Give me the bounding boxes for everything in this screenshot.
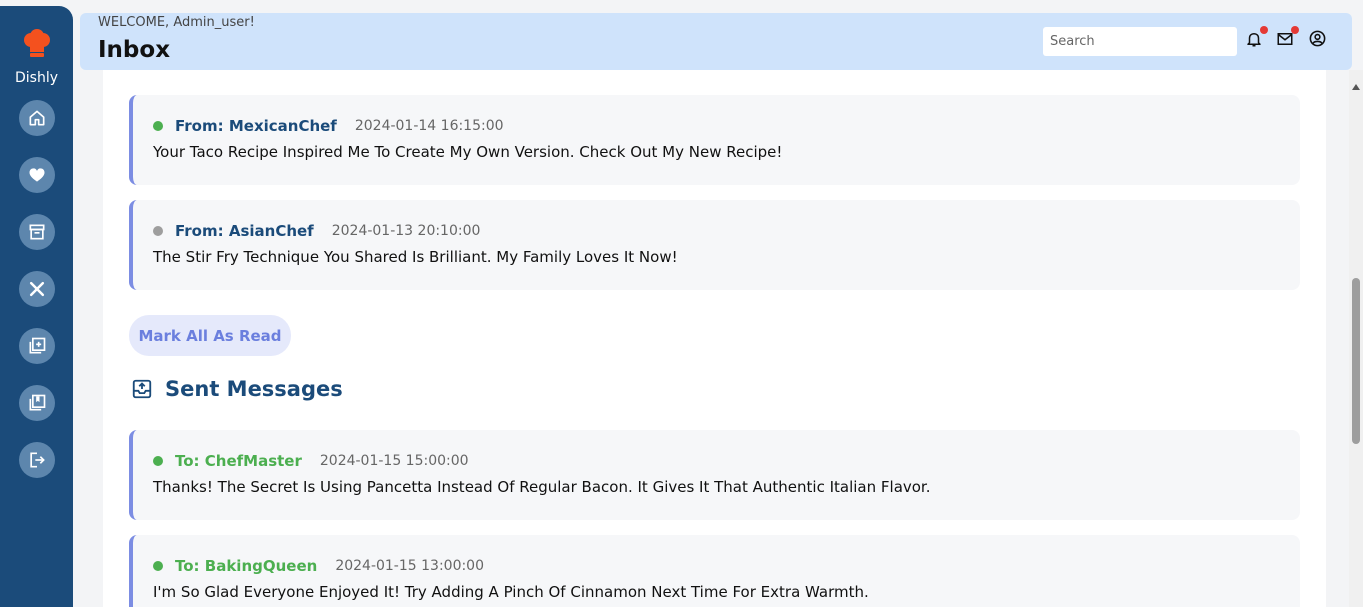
message-recipient: To: BakingQueen: [175, 557, 318, 575]
scroll-up-icon[interactable]: [1352, 84, 1360, 90]
message-timestamp: 2024-01-15 13:00:00: [335, 558, 485, 574]
sidebar-item-collections[interactable]: [18, 385, 55, 421]
page-title: Inbox: [98, 37, 171, 63]
outbox-icon: [132, 379, 152, 399]
status-dot: [153, 456, 163, 466]
utensils-icon: [29, 281, 44, 297]
top-header: WELCOME, Admin_user! Inbox: [80, 13, 1352, 70]
message-card[interactable]: From: MexicanChef 2024-01-14 16:15:00 Yo…: [129, 95, 1300, 185]
status-dot: [153, 226, 163, 236]
message-header: From: MexicanChef 2024-01-14 16:15:00: [153, 117, 504, 135]
inbox-panel: From: MexicanChef 2024-01-14 16:15:00 Yo…: [103, 70, 1326, 607]
message-header: To: BakingQueen 2024-01-15 13:00:00: [153, 557, 484, 575]
message-card[interactable]: To: BakingQueen 2024-01-15 13:00:00 I'm …: [129, 535, 1300, 607]
notifications-button[interactable]: [1244, 26, 1268, 49]
section-title: Sent Messages: [165, 377, 343, 401]
sidebar-item-logout[interactable]: [18, 442, 55, 478]
message-timestamp: 2024-01-13 20:10:00: [331, 223, 481, 239]
search-input[interactable]: [1043, 27, 1237, 56]
message-text: Thanks! The Secret Is Using Pancetta Ins…: [153, 478, 931, 496]
sidebar-nav: [18, 100, 55, 478]
message-header: From: AsianChef 2024-01-13 20:10:00: [153, 222, 480, 240]
message-card[interactable]: To: ChefMaster 2024-01-15 15:00:00 Thank…: [129, 430, 1300, 520]
brand-name: Dishly: [14, 70, 58, 86]
bookmark-collection-icon: [29, 394, 45, 411]
sidebar: Dishly: [0, 6, 73, 607]
status-dot: [153, 561, 163, 571]
message-text: Your Taco Recipe Inspired Me To Create M…: [153, 143, 783, 161]
sidebar-item-archive[interactable]: [18, 214, 55, 250]
chef-hat-logo-icon: [19, 26, 55, 62]
scrollbar-thumb[interactable]: [1352, 278, 1360, 444]
sidebar-item-add-recipe[interactable]: [18, 328, 55, 364]
mark-all-read-button[interactable]: Mark All As Read: [129, 315, 291, 356]
welcome-text: WELCOME, Admin_user!: [98, 15, 255, 30]
scrollbar[interactable]: [1349, 70, 1363, 607]
message-sender: From: MexicanChef: [175, 117, 337, 135]
message-timestamp: 2024-01-15 15:00:00: [319, 453, 469, 469]
sidebar-item-favorites[interactable]: [18, 157, 55, 193]
status-dot: [153, 121, 163, 131]
message-badge: [1291, 26, 1299, 34]
notification-badge: [1260, 26, 1268, 34]
message-sender: From: AsianChef: [175, 222, 314, 240]
message-card[interactable]: From: AsianChef 2024-01-13 20:10:00 The …: [129, 200, 1300, 290]
profile-button[interactable]: [1307, 28, 1327, 48]
messages-button[interactable]: [1275, 26, 1299, 49]
archive-icon: [29, 224, 44, 240]
add-recipe-icon: [29, 337, 45, 354]
message-header: To: ChefMaster 2024-01-15 15:00:00: [153, 452, 469, 470]
logout-icon: [29, 452, 45, 468]
message-recipient: To: ChefMaster: [175, 452, 302, 470]
message-text: The Stir Fry Technique You Shared Is Bri…: [153, 248, 678, 266]
user-circle-icon: [1309, 30, 1325, 46]
home-icon: [29, 110, 45, 126]
sidebar-item-recipes[interactable]: [18, 271, 55, 307]
sidebar-item-home[interactable]: [18, 100, 55, 136]
message-text: I'm So Glad Everyone Enjoyed It! Try Add…: [153, 583, 869, 601]
message-timestamp: 2024-01-14 16:15:00: [354, 118, 504, 134]
sent-messages-heading: Sent Messages: [131, 377, 343, 401]
heart-icon: [29, 168, 44, 182]
